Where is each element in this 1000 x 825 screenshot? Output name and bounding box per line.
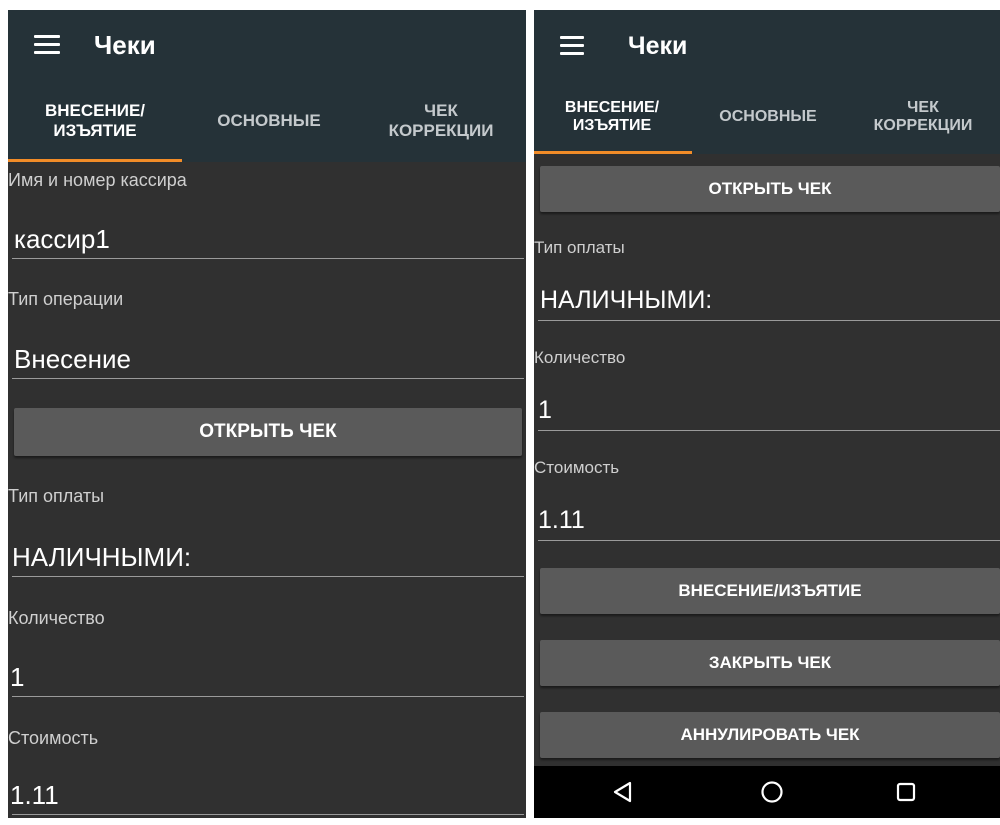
quantity-field[interactable]: 1 — [538, 396, 552, 425]
tab-main[interactable]: ОСНОВНЫЕ — [182, 80, 356, 162]
menu-icon[interactable] — [34, 35, 60, 55]
price-underline — [538, 540, 1000, 541]
system-nav-bar — [534, 766, 1000, 818]
operation-label: Тип операции — [8, 289, 124, 309]
tab-label: ВНЕСЕНИЕ/ ИЗЪЯТИЕ — [44, 101, 146, 140]
app-title: Чеки — [628, 32, 688, 60]
payment-label: Тип оплаты — [8, 486, 105, 506]
tab-cash-in-out[interactable]: ВНЕСЕНИЕ/ ИЗЪЯТИЕ — [534, 80, 690, 154]
cash-in-out-button[interactable]: ВНЕСЕНИЕ/ИЗЪЯТИЕ — [540, 568, 1000, 614]
app-bar: Чеки — [8, 10, 526, 80]
cashier-label: Имя и номер кассира — [8, 170, 187, 190]
payment-field[interactable]: НАЛИЧНЫМИ: — [540, 286, 712, 315]
tab-correction-check[interactable]: ЧЕК КОРРЕКЦИИ — [356, 80, 526, 162]
cashier-underline — [12, 258, 524, 259]
tab-bar: ВНЕСЕНИЕ/ ИЗЪЯТИЕ ОСНОВНЫЕ ЧЕК КОРРЕКЦИИ — [534, 80, 1000, 154]
price-underline — [12, 814, 524, 815]
operation-field[interactable]: Внесение — [14, 344, 131, 375]
cashier-field[interactable]: кассир1 — [14, 224, 110, 255]
menu-icon[interactable] — [560, 36, 584, 56]
payment-underline — [12, 576, 524, 577]
cancel-check-button[interactable]: АННУЛИРОВАТЬ ЧЕК — [540, 712, 1000, 758]
app-title: Чеки — [94, 30, 156, 60]
quantity-underline — [538, 430, 1000, 431]
tab-label: ОСНОВНЫЕ — [719, 107, 817, 125]
operation-underline — [12, 378, 524, 379]
tab-bar: ВНЕСЕНИЕ/ ИЗЪЯТИЕ ОСНОВНЫЕ ЧЕК КОРРЕКЦИИ — [8, 80, 526, 162]
price-label: Стоимость — [534, 458, 620, 477]
quantity-underline — [12, 696, 524, 697]
payment-underline — [538, 320, 1000, 321]
quantity-field[interactable]: 1 — [10, 662, 24, 693]
tab-label: ЧЕК КОРРЕКЦИИ — [873, 98, 973, 134]
open-check-button[interactable]: ОТКРЫТЬ ЧЕК — [540, 166, 1000, 212]
tab-label: ВНЕСЕНИЕ/ ИЗЪЯТИЕ — [564, 98, 660, 134]
price-label: Стоимость — [8, 728, 99, 748]
tab-indicator — [534, 151, 692, 154]
app-bar: Чеки — [534, 10, 1000, 80]
price-field[interactable]: 1.11 — [538, 506, 585, 535]
tab-label: ЧЕК КОРРЕКЦИИ — [388, 101, 494, 140]
tab-cash-in-out[interactable]: ВНЕСЕНИЕ/ ИЗЪЯТИЕ — [8, 80, 182, 162]
left-screen: Чеки ВНЕСЕНИЕ/ ИЗЪЯТИЕ ОСНОВНЫЕ ЧЕК КОРР… — [8, 10, 526, 818]
home-icon[interactable] — [732, 766, 812, 818]
recents-icon[interactable] — [866, 766, 946, 818]
tab-label: ОСНОВНЫЕ — [217, 111, 321, 131]
back-icon[interactable] — [582, 766, 662, 818]
payment-field[interactable]: НАЛИЧНЫМИ: — [12, 542, 191, 573]
tab-indicator — [8, 159, 182, 162]
right-screen: Чеки ВНЕСЕНИЕ/ ИЗЪЯТИЕ ОСНОВНЫЕ ЧЕК КОРР… — [534, 10, 1000, 818]
quantity-label: Количество — [534, 348, 626, 367]
tab-main[interactable]: ОСНОВНЫЕ — [690, 80, 846, 154]
tab-correction-check[interactable]: ЧЕК КОРРЕКЦИИ — [846, 80, 1000, 154]
close-check-button[interactable]: ЗАКРЫТЬ ЧЕК — [540, 640, 1000, 686]
price-field[interactable]: 1.11 — [10, 780, 59, 811]
quantity-label: Количество — [8, 608, 105, 628]
payment-label: Тип оплаты — [534, 238, 625, 257]
open-check-button[interactable]: ОТКРЫТЬ ЧЕК — [14, 408, 522, 456]
